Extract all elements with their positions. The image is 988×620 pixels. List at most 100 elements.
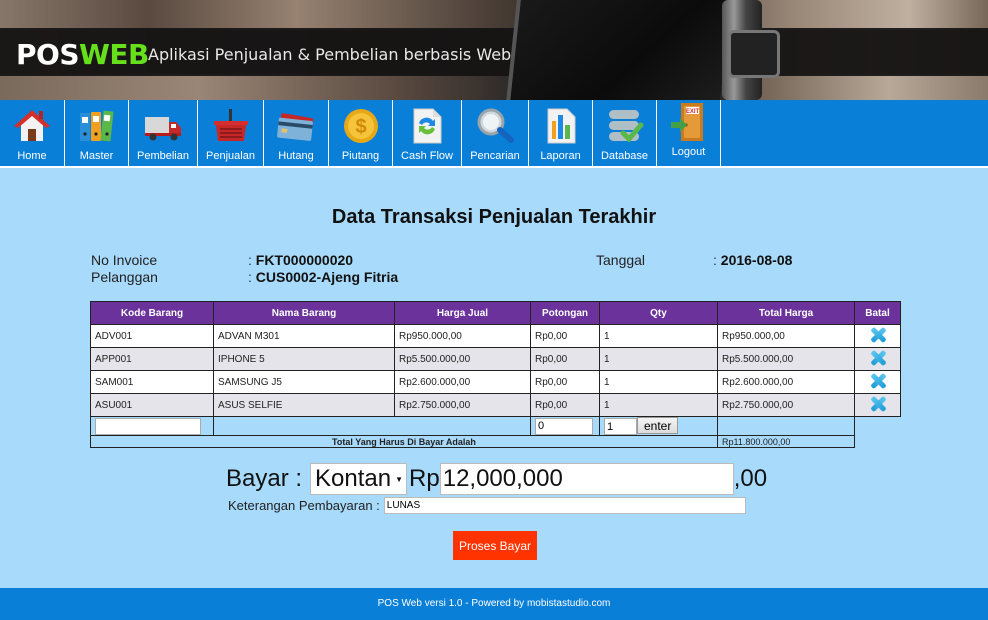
cell-batal: [854, 324, 901, 348]
col-potongan: Potongan: [530, 301, 600, 325]
decimal-suffix: ,00: [733, 465, 768, 492]
col-kode-barang: Kode Barang: [90, 301, 214, 325]
payment-row: Bayar : Kontan ▼ Rp ,00: [226, 463, 767, 495]
entry-qty-cell: enter: [599, 416, 718, 436]
cell-potongan: Rp0,00: [530, 324, 600, 348]
proses-bayar-button[interactable]: Proses Bayar: [453, 531, 537, 560]
nav-item-hutang[interactable]: Hutang: [264, 100, 329, 166]
cell-qty: 1: [599, 370, 718, 394]
cell-harga: Rp5.500.000,00: [394, 347, 531, 371]
home-icon: [12, 106, 52, 146]
cell-kode: ADV001: [90, 324, 214, 348]
cell-total: Rp2.750.000,00: [717, 393, 855, 417]
invoice-value: FKT000000020: [255, 252, 354, 268]
nav-label: Home: [17, 150, 47, 162]
delete-x-icon[interactable]: [870, 350, 886, 366]
main-nav: Home Master Pembelian Penjualan Hutang $…: [0, 100, 988, 168]
nav-label: Database: [600, 150, 649, 162]
nav-item-penjualan[interactable]: Penjualan: [198, 100, 264, 166]
pos-mount-image: [728, 30, 780, 78]
payment-note-input[interactable]: [383, 497, 746, 514]
col-qty: Qty: [599, 301, 718, 325]
col-total-harga: Total Harga: [717, 301, 855, 325]
nav-label: Pembelian: [137, 150, 189, 162]
payment-method-select[interactable]: Kontan ▼: [310, 463, 408, 495]
colon: :: [713, 252, 717, 268]
cell-harga: Rp950.000,00: [394, 324, 531, 348]
nav-item-database[interactable]: Database: [593, 100, 657, 166]
colon: :: [248, 252, 252, 268]
cell-harga: Rp2.600.000,00: [394, 370, 531, 394]
payment-note-label: Keterangan Pembayaran :: [228, 498, 380, 513]
cell-kode: SAM001: [90, 370, 214, 394]
cell-qty: 1: [599, 324, 718, 348]
exchange-document-icon: [407, 106, 447, 146]
nav-item-piutang[interactable]: $ Piutang: [329, 100, 393, 166]
cell-total: Rp5.500.000,00: [717, 347, 855, 371]
potongan-input[interactable]: [535, 417, 593, 435]
credit-card-icon: [276, 106, 316, 146]
dropdown-arrow-icon: ▼: [395, 474, 404, 484]
nav-item-pembelian[interactable]: Pembelian: [129, 100, 198, 166]
delete-x-icon[interactable]: [870, 373, 886, 389]
entry-empty-cell: [213, 416, 531, 436]
qty-input[interactable]: [604, 418, 637, 435]
nav-item-logout[interactable]: EXIT Logout: [657, 100, 721, 166]
nav-item-master[interactable]: Master: [65, 100, 129, 166]
cell-batal: [854, 370, 901, 394]
nav-label: Logout: [671, 146, 706, 158]
pos-monitor-image: [506, 0, 738, 100]
nav-label: Penjualan: [206, 150, 255, 162]
total-row: Total Yang Harus Di Bayar Adalah Rp11.80…: [90, 435, 901, 448]
nav-label: Master: [79, 150, 114, 162]
table-row: SAM001 SAMSUNG J5 Rp2.600.000,00 Rp0,00 …: [90, 370, 901, 394]
total-value: Rp11.800.000,00: [717, 435, 855, 448]
report-chart-icon: [541, 106, 581, 146]
cell-nama: ASUS SELFIE: [213, 393, 395, 417]
nav-label: Piutang: [341, 150, 380, 162]
customer-label: Pelanggan: [91, 269, 158, 285]
date-label: Tanggal: [596, 252, 646, 268]
app-tagline: Aplikasi Penjualan & Pembelian berbasis …: [148, 45, 512, 64]
app-logo: POSWEB: [16, 38, 149, 71]
cell-nama: ADVAN M301: [213, 324, 395, 348]
database-check-icon: [605, 106, 645, 146]
cell-potongan: Rp0,00: [530, 370, 600, 394]
cell-total: Rp950.000,00: [717, 324, 855, 348]
svg-text:$: $: [355, 116, 366, 138]
entry-total-cell: [717, 416, 855, 436]
customer-value: CUS0002-Ajeng Fitria: [255, 269, 399, 285]
table-row: APP001 IPHONE 5 Rp5.500.000,00 Rp0,00 1 …: [90, 347, 901, 371]
payment-method-value: Kontan: [315, 465, 392, 492]
payment-note-row: Keterangan Pembayaran :: [228, 497, 746, 514]
enter-button[interactable]: enter: [637, 417, 679, 434]
magnifier-icon: [475, 106, 515, 146]
cell-potongan: Rp0,00: [530, 347, 600, 371]
truck-icon: [143, 106, 183, 146]
col-nama-barang: Nama Barang: [213, 301, 395, 325]
cell-kode: APP001: [90, 347, 214, 371]
cell-qty: 1: [599, 393, 718, 417]
kode-barang-input[interactable]: [95, 417, 201, 435]
logo-web: WEB: [79, 38, 149, 71]
delete-x-icon[interactable]: [870, 396, 886, 412]
banner-background: [0, 0, 988, 30]
entry-spacer: [855, 417, 901, 436]
nav-label: Hutang: [278, 150, 314, 162]
entry-row: enter: [90, 416, 901, 436]
header-banner: POSWEB Aplikasi Penjualan & Pembelian be…: [0, 0, 988, 100]
entry-potongan-cell: [530, 416, 600, 436]
entry-kode-cell: [90, 416, 214, 436]
basket-icon: [211, 106, 251, 146]
nav-item-laporan[interactable]: Laporan: [529, 100, 593, 166]
delete-x-icon[interactable]: [870, 327, 886, 343]
page-title: Data Transaksi Penjualan Terakhir: [331, 206, 657, 228]
payment-amount-input[interactable]: [439, 463, 734, 495]
cell-potongan: Rp0,00: [530, 393, 600, 417]
nav-item-pencarian[interactable]: Pencarian: [462, 100, 529, 166]
cell-nama: SAMSUNG J5: [213, 370, 395, 394]
nav-item-cash-flow[interactable]: Cash Flow: [393, 100, 462, 166]
nav-label: Pencarian: [470, 150, 520, 162]
coin-icon: $: [341, 106, 381, 146]
nav-item-home[interactable]: Home: [0, 100, 65, 166]
